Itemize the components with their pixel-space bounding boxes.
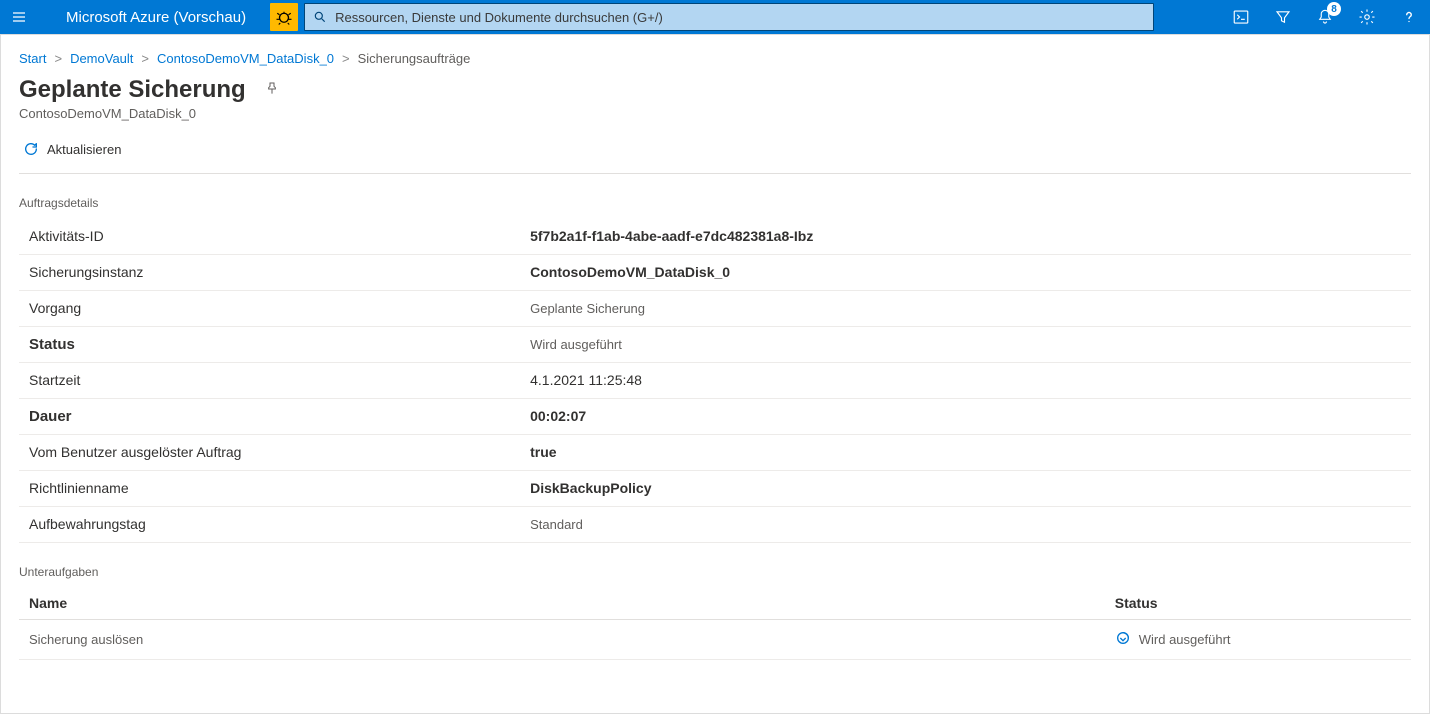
details-value: 5f7b2a1f-f1ab-4abe-aadf-e7dc482381a8-Ibz (520, 218, 1411, 254)
topbar: Microsoft Azure (Vorschau) 8 (0, 0, 1430, 34)
page-title-row: Geplante Sicherung (19, 76, 1411, 104)
page-subtitle: ContosoDemoVM_DataDisk_0 (19, 106, 1411, 121)
search-icon (313, 10, 327, 24)
details-row: RichtliniennameDiskBackupPolicy (19, 470, 1411, 506)
details-row: Dauer00:02:07 (19, 398, 1411, 434)
preview-badge[interactable] (270, 3, 298, 31)
details-table: Aktivitäts-ID5f7b2a1f-f1ab-4abe-aadf-e7d… (19, 218, 1411, 543)
filter-icon (1274, 8, 1292, 26)
bug-icon (275, 8, 293, 26)
notifications-button[interactable]: 8 (1304, 0, 1346, 34)
menu-icon (11, 9, 27, 25)
breadcrumb: Start > DemoVault > ContosoDemoVM_DataDi… (19, 51, 1411, 66)
subtask-name: Sicherung auslösen (19, 619, 1105, 659)
brand-title: Microsoft Azure (Vorschau) (38, 9, 266, 26)
subtasks-col-status: Status (1105, 587, 1411, 620)
details-key: Richtlinienname (19, 470, 520, 506)
details-key: Vorgang (19, 290, 520, 326)
search-bar[interactable] (304, 3, 1154, 31)
breadcrumb-item-1[interactable]: ContosoDemoVM_DataDisk_0 (157, 51, 334, 66)
directory-filter-button[interactable] (1262, 0, 1304, 34)
gear-icon (1358, 8, 1376, 26)
details-key: Aufbewahrungstag (19, 506, 520, 542)
settings-button[interactable] (1346, 0, 1388, 34)
details-value: true (520, 434, 1411, 470)
topbar-actions: 8 (1220, 0, 1430, 34)
refresh-button[interactable]: Aktualisieren (19, 139, 125, 159)
subtasks-col-name: Name (19, 587, 1105, 620)
cloud-shell-button[interactable] (1220, 0, 1262, 34)
details-key: Vom Benutzer ausgelöster Auftrag (19, 434, 520, 470)
toolbar: Aktualisieren (19, 139, 1411, 174)
details-value: DiskBackupPolicy (520, 470, 1411, 506)
refresh-label: Aktualisieren (47, 142, 121, 157)
inprogress-icon (1115, 630, 1131, 649)
search-input[interactable] (335, 10, 1145, 25)
details-row: StatusWird ausgeführt (19, 326, 1411, 362)
details-row: VorgangGeplante Sicherung (19, 290, 1411, 326)
details-key: Dauer (19, 398, 520, 434)
breadcrumb-item-0[interactable]: DemoVault (70, 51, 133, 66)
breadcrumb-sep: > (54, 51, 62, 66)
pin-button[interactable] (264, 81, 280, 100)
details-value: ContosoDemoVM_DataDisk_0 (520, 254, 1411, 290)
details-key: Status (19, 326, 520, 362)
details-row: AufbewahrungstagStandard (19, 506, 1411, 542)
breadcrumb-sep: > (342, 51, 350, 66)
details-row: SicherungsinstanzContosoDemoVM_DataDisk_… (19, 254, 1411, 290)
details-value: 4.1.2021 11:25:48 (520, 362, 1411, 398)
subtask-status-text: Wird ausgeführt (1139, 632, 1231, 647)
details-value: 00:02:07 (520, 398, 1411, 434)
subtasks-table: Name Status Sicherung auslösen Wird ausge… (19, 587, 1411, 660)
pin-icon (264, 81, 280, 97)
hamburger-menu[interactable] (0, 0, 38, 34)
details-row: Startzeit4.1.2021 11:25:48 (19, 362, 1411, 398)
breadcrumb-sep: > (141, 51, 149, 66)
details-key: Startzeit (19, 362, 520, 398)
help-icon (1400, 8, 1418, 26)
details-value: Geplante Sicherung (520, 290, 1411, 326)
help-button[interactable] (1388, 0, 1430, 34)
notification-count: 8 (1327, 2, 1341, 16)
details-row: Aktivitäts-ID5f7b2a1f-f1ab-4abe-aadf-e7d… (19, 218, 1411, 254)
terminal-icon (1232, 8, 1250, 26)
details-value: Wird ausgeführt (520, 326, 1411, 362)
refresh-icon (23, 141, 39, 157)
breadcrumb-start[interactable]: Start (19, 51, 46, 66)
details-key: Sicherungsinstanz (19, 254, 520, 290)
details-section-label: Auftragsdetails (19, 196, 1411, 210)
details-row: Vom Benutzer ausgelöster Auftragtrue (19, 434, 1411, 470)
breadcrumb-current: Sicherungsaufträge (358, 51, 471, 66)
page-title: Geplante Sicherung (19, 76, 246, 104)
details-value: Standard (520, 506, 1411, 542)
subtasks-section-label: Unteraufgaben (19, 565, 1411, 579)
subtask-row: Sicherung auslösen Wird ausgeführt (19, 619, 1411, 659)
subtask-status: Wird ausgeführt (1105, 619, 1411, 659)
details-key: Aktivitäts-ID (19, 218, 520, 254)
main-content: Start > DemoVault > ContosoDemoVM_DataDi… (0, 34, 1430, 714)
